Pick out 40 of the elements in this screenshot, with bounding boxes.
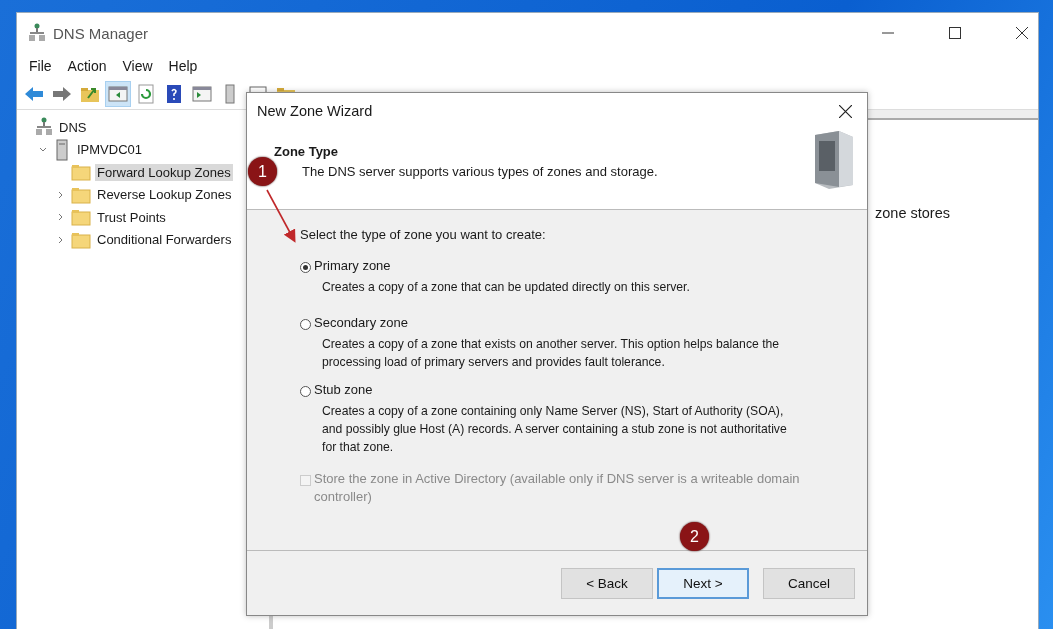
tree-item[interactable]: Conditional Forwarders bbox=[95, 231, 234, 249]
option-label[interactable]: Primary zone bbox=[314, 257, 391, 275]
folder-icon bbox=[71, 230, 91, 249]
folder-icon bbox=[71, 163, 91, 182]
prompt-text: Select the type of zone you want to create: bbox=[300, 227, 547, 242]
option-description: Creates a copy of a zone that exists on another server. This option helps balance the processing load of primary servers and provides fault tolerance. bbox=[321, 336, 781, 371]
server-icon bbox=[53, 138, 71, 161]
network-icon bbox=[35, 117, 53, 138]
radio-button[interactable] bbox=[300, 386, 311, 397]
close-icon[interactable] bbox=[839, 104, 852, 118]
folder-icon bbox=[71, 208, 91, 227]
dialog-button[interactable]: Cancel bbox=[763, 567, 855, 599]
radio-button[interactable] bbox=[300, 262, 311, 273]
tree-item[interactable]: Trust Points bbox=[95, 208, 168, 226]
maximize-icon[interactable] bbox=[949, 27, 961, 39]
page-heading: Zone Type bbox=[274, 144, 340, 159]
network-icon bbox=[29, 23, 45, 43]
tree-item[interactable]: IPMVDC01 bbox=[75, 141, 145, 159]
folder-icon bbox=[71, 185, 91, 204]
menu-item[interactable]: Action bbox=[59, 58, 115, 74]
tree-item[interactable]: Reverse Lookup Zones bbox=[95, 186, 234, 204]
menu-item[interactable]: Help bbox=[160, 58, 206, 74]
content-text: zone stores bbox=[875, 205, 951, 221]
page-subtitle: The DNS server supports various types of zones and storage. bbox=[301, 164, 658, 179]
option-description: Creates a copy of a zone that can be updated directly on this server. bbox=[321, 279, 691, 296]
option-label[interactable]: Stub zone bbox=[314, 381, 373, 399]
option-label[interactable]: Secondary zone bbox=[314, 314, 408, 332]
dialog-button[interactable]: < Back bbox=[561, 567, 653, 599]
callout-arrow bbox=[266, 189, 296, 243]
tree-item[interactable]: Forward Lookup Zones bbox=[95, 163, 233, 181]
radio-button[interactable] bbox=[300, 319, 311, 330]
menu-item[interactable]: File bbox=[21, 58, 60, 74]
option-description: Creates a copy of a zone containing only Name Server (NS), Start of Authority (SOA), and possibly glue Host (A) records. A server containing a stub zone is not authoritative for that zone. bbox=[321, 403, 788, 456]
panel-icon[interactable] bbox=[105, 81, 131, 107]
dialog-title: New Zone Wizard bbox=[257, 103, 373, 119]
window-title: DNS Manager bbox=[53, 24, 149, 42]
close-icon[interactable] bbox=[1016, 27, 1028, 39]
dialog-button[interactable]: Next > bbox=[657, 567, 749, 599]
tree-item[interactable]: DNS bbox=[57, 118, 89, 136]
menu-item[interactable]: View bbox=[114, 58, 161, 74]
